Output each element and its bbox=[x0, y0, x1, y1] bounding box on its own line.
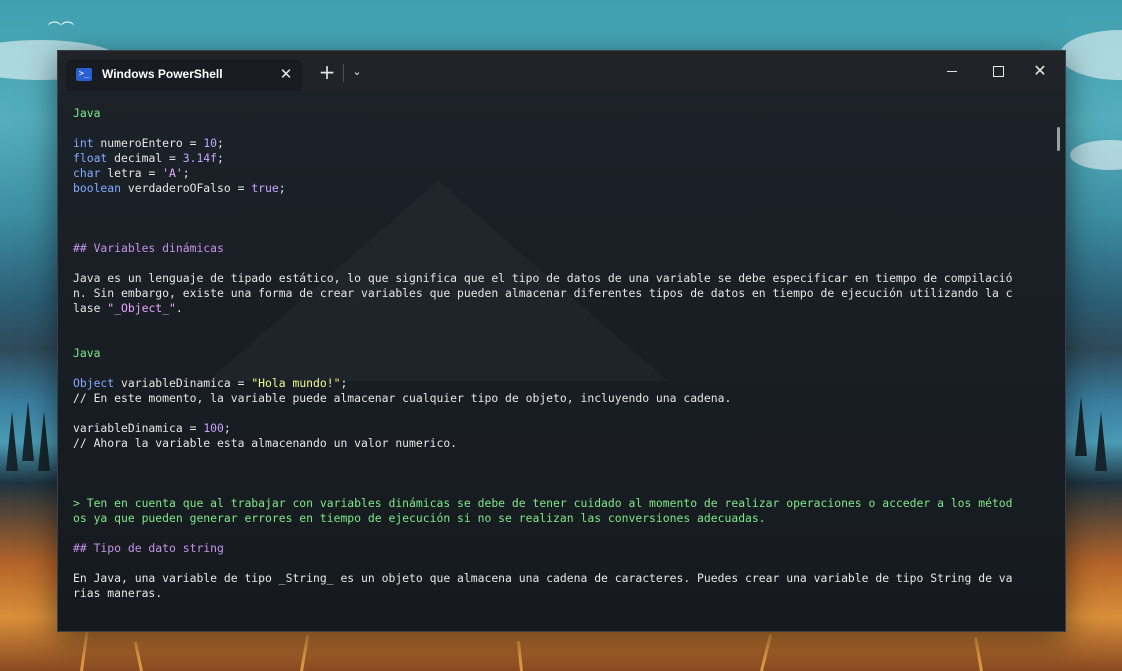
new-tab-button[interactable]: + bbox=[316, 61, 338, 83]
tab-windows-powershell[interactable]: >_ Windows PowerShell ✕ bbox=[66, 59, 302, 91]
code-block-label: Java bbox=[73, 346, 101, 360]
code-line: Object variableDinamica = "Hola mundo!"; bbox=[73, 376, 348, 390]
markdown-heading: ## Variables dinámicas bbox=[73, 241, 224, 255]
close-button[interactable]: ✕ bbox=[1018, 57, 1062, 85]
code-line: int numeroEntero = 10; bbox=[73, 136, 224, 150]
bird-icon: ⌒⌒ bbox=[48, 22, 75, 37]
paragraph-line: Java es un lenguaje de tipado estático, … bbox=[73, 271, 1013, 285]
powershell-icon: >_ bbox=[76, 68, 92, 81]
minimize-icon bbox=[947, 70, 957, 72]
maximize-icon bbox=[992, 65, 1004, 77]
tab-title: Windows PowerShell bbox=[102, 67, 223, 81]
paragraph-line: lase "_Object_". bbox=[73, 301, 183, 315]
code-line: variableDinamica = 100; bbox=[73, 421, 231, 435]
paragraph-line: rias maneras. bbox=[73, 586, 163, 600]
code-line: char letra = 'A'; bbox=[73, 166, 190, 180]
paragraph-line: n. Sin embargo, existe una forma de crea… bbox=[73, 286, 1013, 300]
tab-close-icon[interactable]: ✕ bbox=[276, 63, 296, 85]
paragraph-line: En Java, una variable de tipo _String_ e… bbox=[73, 571, 1013, 585]
maximize-button[interactable] bbox=[976, 57, 1020, 85]
scrollbar[interactable] bbox=[1057, 127, 1060, 151]
minimize-button[interactable] bbox=[930, 57, 974, 85]
chevron-down-icon[interactable]: ⌄ bbox=[348, 62, 366, 82]
blockquote-line: > Ten en cuenta que al trabajar con vari… bbox=[73, 496, 1013, 510]
code-line: float decimal = 3.14f; bbox=[73, 151, 224, 165]
terminal-output[interactable]: Java int numeroEntero = 10; float decima… bbox=[58, 91, 1065, 631]
blockquote-line: os ya que pueden generar errores en tiem… bbox=[73, 511, 766, 525]
title-bar[interactable]: >_ Windows PowerShell ✕ + ⌄ ✕ bbox=[58, 51, 1065, 91]
markdown-heading: ## Tipo de dato string bbox=[73, 541, 224, 555]
code-comment: // Ahora la variable esta almacenando un… bbox=[73, 436, 458, 450]
code-block-label: Java bbox=[73, 106, 101, 120]
terminal-window: >_ Windows PowerShell ✕ + ⌄ ✕ Java int n… bbox=[57, 50, 1066, 632]
code-line: boolean verdaderoOFalso = true; bbox=[73, 181, 286, 195]
code-comment: // En este momento, la variable puede al… bbox=[73, 391, 732, 405]
divider bbox=[343, 64, 344, 82]
